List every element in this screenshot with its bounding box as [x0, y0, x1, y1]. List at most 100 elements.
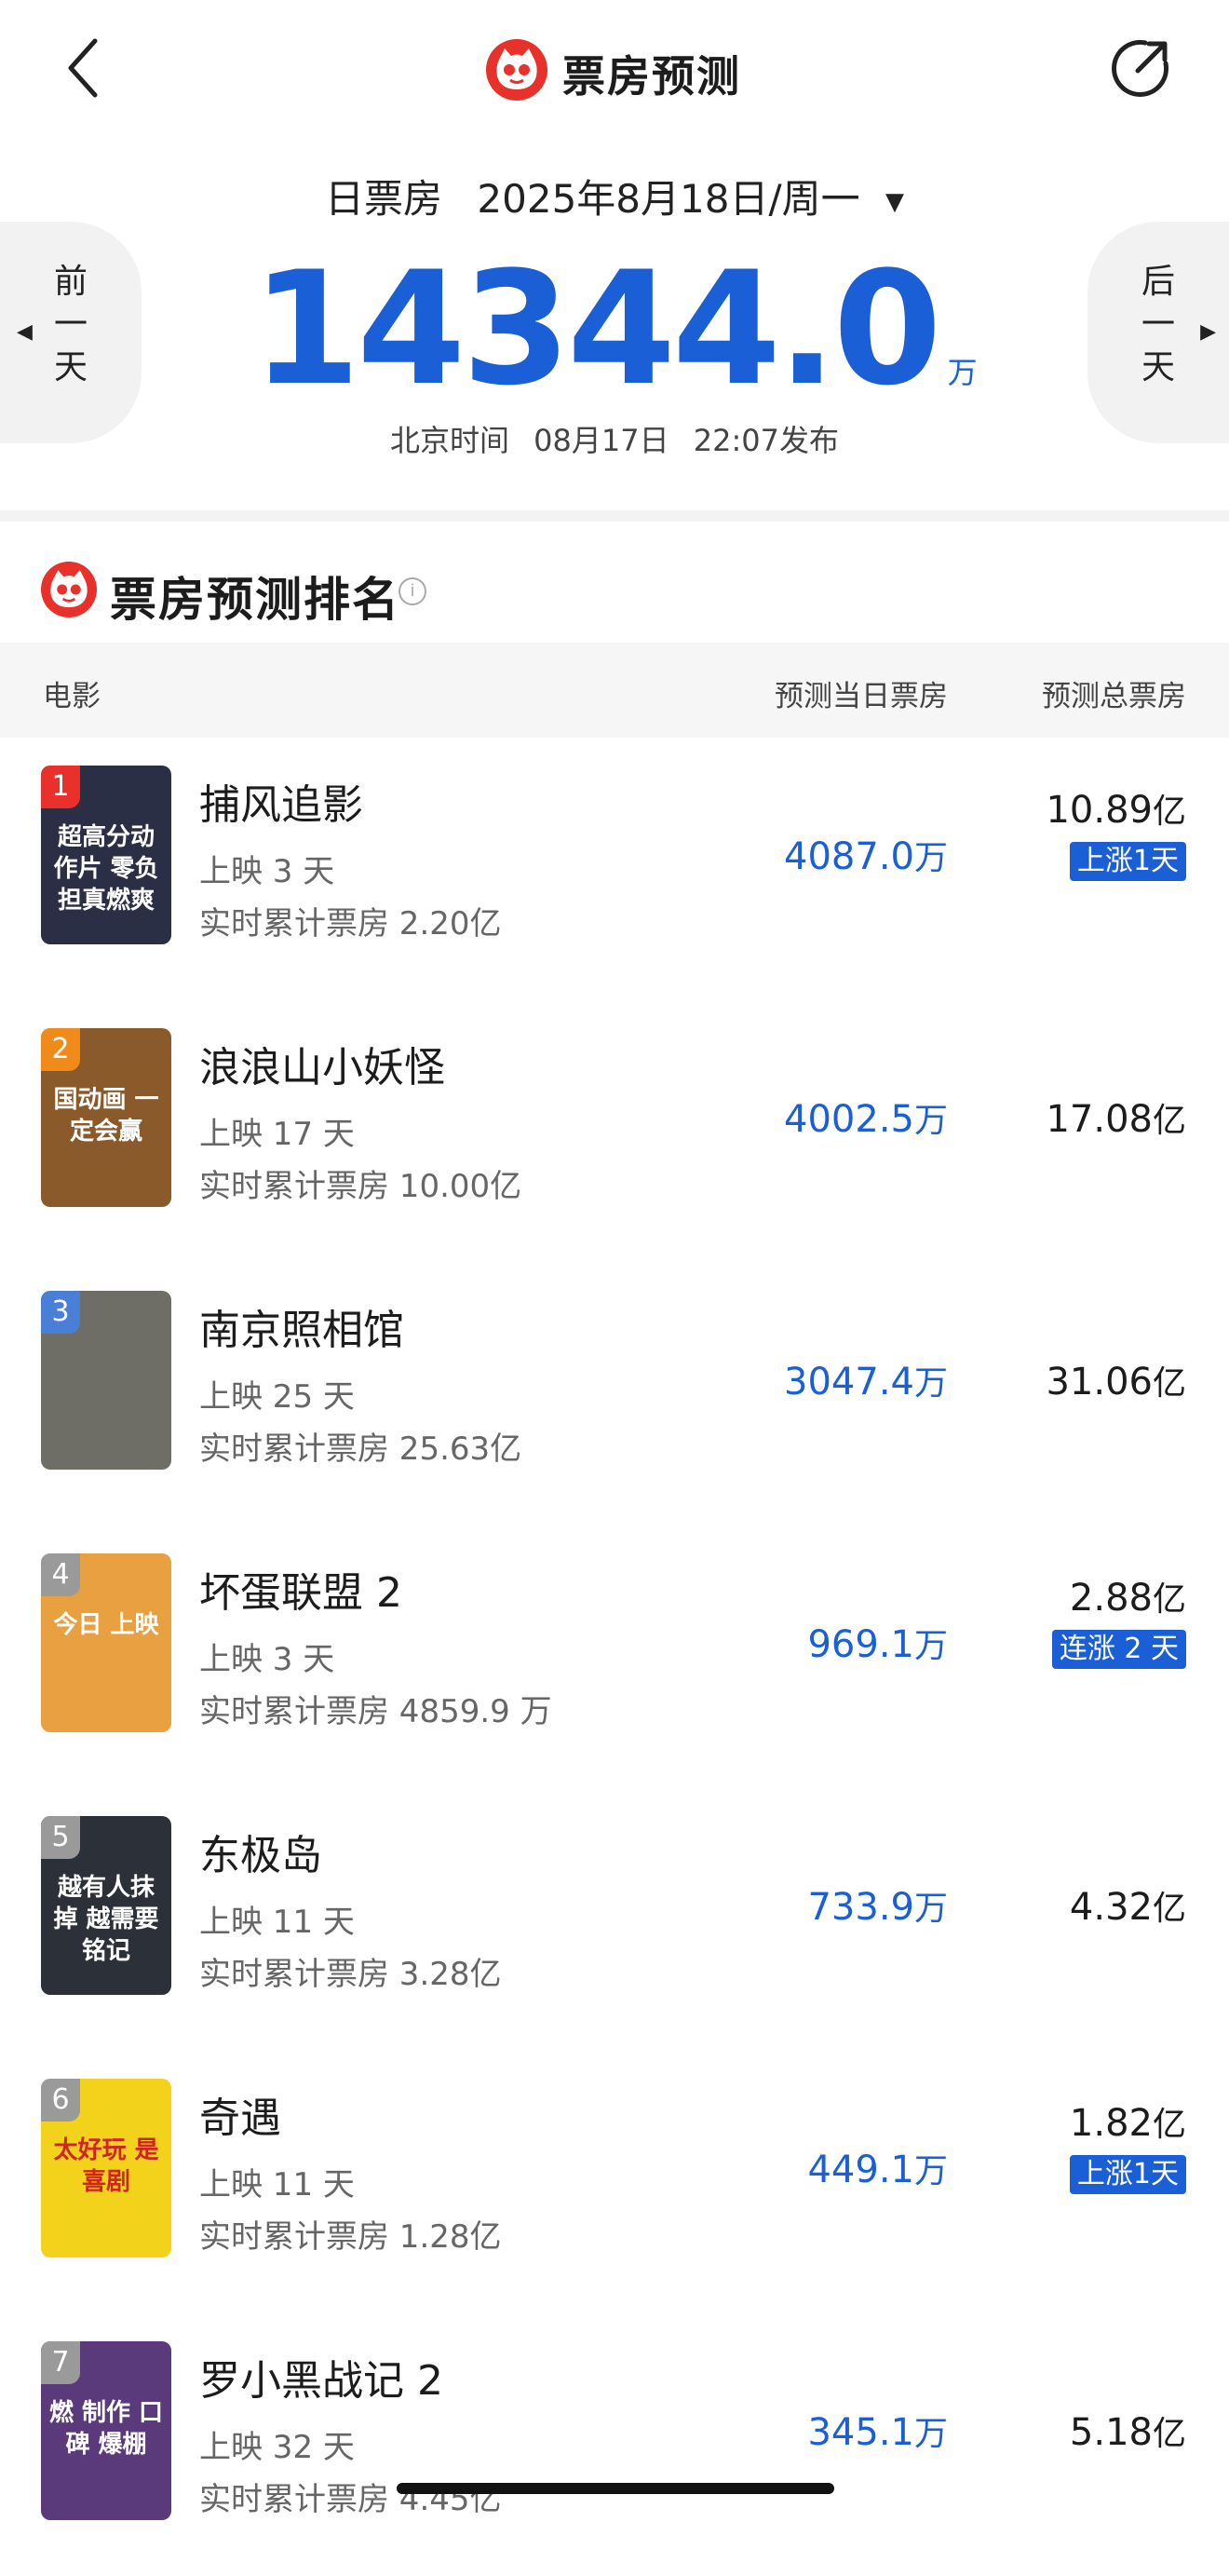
cumulative-box-office: 实时累计票房 2.20亿 [199, 905, 502, 942]
share-button[interactable] [1108, 35, 1173, 101]
total-value: 1.82 [1069, 2102, 1153, 2145]
ranking-title: 票房预测排名 [110, 573, 400, 627]
table-row[interactable]: 3 南京照相馆 上映 25 天 实时累计票房 25.63亿 3047.4万 31… [0, 1263, 1229, 1525]
total-unit: 亿 [1152, 2415, 1186, 2453]
day-forecast-unit: 万 [913, 2152, 948, 2190]
poster-text: 燃 制作 口碑 爆棚 [48, 2399, 164, 2459]
trend-badge: 上涨1天 [1069, 842, 1186, 881]
day-forecast-value: 345.1 [807, 2411, 914, 2454]
top-bar: 票房预测 [0, 0, 1229, 140]
day-forecast-unit: 万 [913, 2415, 948, 2453]
movie-poster: 燃 制作 口碑 爆棚 7 [41, 2341, 171, 2520]
total-unit: 亿 [1152, 1580, 1186, 1619]
movie-poster: 超高分动作片 零负担真燃爽 1 [41, 766, 171, 944]
total-unit: 亿 [1152, 1364, 1186, 1403]
movie-poster: 太好玩 是喜剧 6 [41, 2079, 171, 2257]
rank-badge: 5 [41, 1816, 80, 1859]
total-unit: 亿 [1152, 1890, 1186, 1928]
selected-date: 2025年8月18日/周一 [477, 176, 860, 222]
total-value: 4.32 [1069, 1886, 1153, 1929]
day-forecast-value: 969.1 [807, 1623, 914, 1666]
publish-time-prefix: 北京时间 [389, 423, 509, 458]
movie-poster: 越有人抹掉 越需要铭记 5 [41, 1816, 171, 1995]
table-row[interactable]: 太好玩 是喜剧 6 奇遇 上映 11 天 实时累计票房 1.28亿 449.1万… [0, 2051, 1229, 2313]
total-value: 5.18 [1069, 2411, 1153, 2454]
day-forecast: 345.1万 [807, 2407, 948, 2455]
total-value: 10.89 [1046, 789, 1153, 832]
home-indicator [397, 2483, 834, 2494]
total-unit: 亿 [1152, 793, 1186, 831]
movie-title: 东极岛 [199, 1832, 322, 1879]
total-unit: 亿 [1152, 2106, 1186, 2144]
column-day-forecast: 预测当日票房 [775, 680, 948, 713]
rank-badge: 7 [41, 2341, 80, 2384]
rank-badge: 6 [41, 2079, 80, 2122]
movie-title: 浪浪山小妖怪 [199, 1044, 445, 1091]
maoyan-logo-icon [41, 562, 97, 617]
total-unit: 亿 [1152, 1102, 1186, 1140]
poster-text: 越有人抹掉 越需要铭记 [53, 1874, 159, 1965]
day-forecast: 733.9万 [807, 1881, 948, 1930]
total-value: 31.06 [1046, 1361, 1153, 1403]
release-days: 上映 17 天 [199, 1116, 355, 1153]
maoyan-logo-icon [486, 39, 547, 101]
total-forecast-cell: 10.89亿 [1046, 784, 1186, 833]
day-forecast-unit: 万 [913, 1627, 948, 1665]
movie-title: 罗小黑战记 2 [199, 2357, 443, 2405]
total-forecast-cell: 4.32亿 [1070, 1881, 1186, 1930]
page-title: 票房预测 [562, 51, 741, 102]
movie-title: 坏蛋联盟 2 [199, 1569, 402, 1617]
publish-clock: 22:07发布 [693, 423, 840, 458]
cumulative-box-office: 实时累计票房 3.28亿 [199, 1956, 502, 1993]
total-value: 2.88 [1069, 1577, 1153, 1620]
cumulative-box-office: 实时累计票房 10.00亿 [199, 1168, 522, 1205]
publish-time: 北京时间 08月17日 22:07发布 [0, 417, 1229, 460]
total-forecast-cell: 17.08亿 [1046, 1093, 1186, 1142]
date-selector[interactable]: 日票房 2025年8月18日/周一 ▼ [0, 168, 1229, 224]
day-forecast: 4087.0万 [784, 831, 948, 879]
rank-badge: 2 [41, 1028, 80, 1071]
day-forecast: 449.1万 [807, 2144, 948, 2192]
back-button[interactable] [58, 35, 114, 101]
day-forecast-unit: 万 [913, 1102, 948, 1140]
day-forecast-unit: 万 [913, 1890, 948, 1928]
movie-poster: 今日 上映 4 [41, 1553, 171, 1732]
total-forecast-cell: 31.06亿 [1046, 1356, 1186, 1404]
day-forecast: 4002.5万 [784, 1093, 948, 1142]
cumulative-box-office: 实时累计票房 25.63亿 [199, 1430, 522, 1468]
day-forecast-value: 4087.0 [784, 835, 914, 878]
release-days: 上映 32 天 [199, 2429, 355, 2466]
total-forecast: 14344.0 万 [0, 250, 1229, 408]
section-divider [0, 510, 1229, 522]
release-days: 上映 3 天 [199, 853, 335, 890]
box-office-type: 日票房 [325, 176, 443, 222]
column-movie: 电影 [43, 680, 101, 713]
release-days: 上映 11 天 [199, 2166, 355, 2203]
poster-text: 太好玩 是喜剧 [53, 2136, 159, 2196]
table-row[interactable]: 今日 上映 4 坏蛋联盟 2 上映 3 天 实时累计票房 4859.9 万 96… [0, 1525, 1229, 1788]
table-row[interactable]: 超高分动作片 零负担真燃爽 1 捕风追影 上映 3 天 实时累计票房 2.20亿… [0, 738, 1229, 1000]
movie-title: 奇遇 [199, 2095, 281, 2142]
info-icon[interactable]: i [398, 577, 426, 605]
day-forecast-value: 3047.4 [784, 1361, 914, 1403]
day-forecast-value: 733.9 [807, 1886, 914, 1929]
day-forecast: 3047.4万 [784, 1356, 948, 1404]
total-forecast-cell: 1.82亿 [1070, 2097, 1186, 2146]
rank-badge: 4 [41, 1553, 80, 1596]
total-forecast-cell: 5.18亿 [1070, 2407, 1186, 2455]
release-days: 上映 3 天 [199, 1641, 335, 1678]
day-forecast-unit: 万 [913, 839, 948, 877]
table-row[interactable]: 越有人抹掉 越需要铭记 5 东极岛 上映 11 天 实时累计票房 3.28亿 7… [0, 1788, 1229, 2051]
movie-poster: 国动画 一定会赢 2 [41, 1028, 171, 1207]
table-header: 电影 预测当日票房 预测总票房 [0, 643, 1229, 738]
release-days: 上映 11 天 [199, 1904, 355, 1941]
day-forecast-unit: 万 [913, 1364, 948, 1403]
trend-badge: 上涨1天 [1069, 2155, 1186, 2194]
table-row[interactable]: 国动画 一定会赢 2 浪浪山小妖怪 上映 17 天 实时累计票房 10.00亿 … [0, 1000, 1229, 1263]
day-forecast: 969.1万 [807, 1619, 948, 1667]
movie-poster: 3 [41, 1291, 171, 1470]
table-row[interactable]: 燃 制作 口碑 爆棚 7 罗小黑战记 2 上映 32 天 实时累计票房 4.45… [0, 2313, 1229, 2576]
total-forecast-value: 14344.0 [251, 237, 941, 420]
poster-text: 国动画 一定会赢 [53, 1086, 159, 1146]
movie-title: 捕风追影 [199, 781, 363, 829]
